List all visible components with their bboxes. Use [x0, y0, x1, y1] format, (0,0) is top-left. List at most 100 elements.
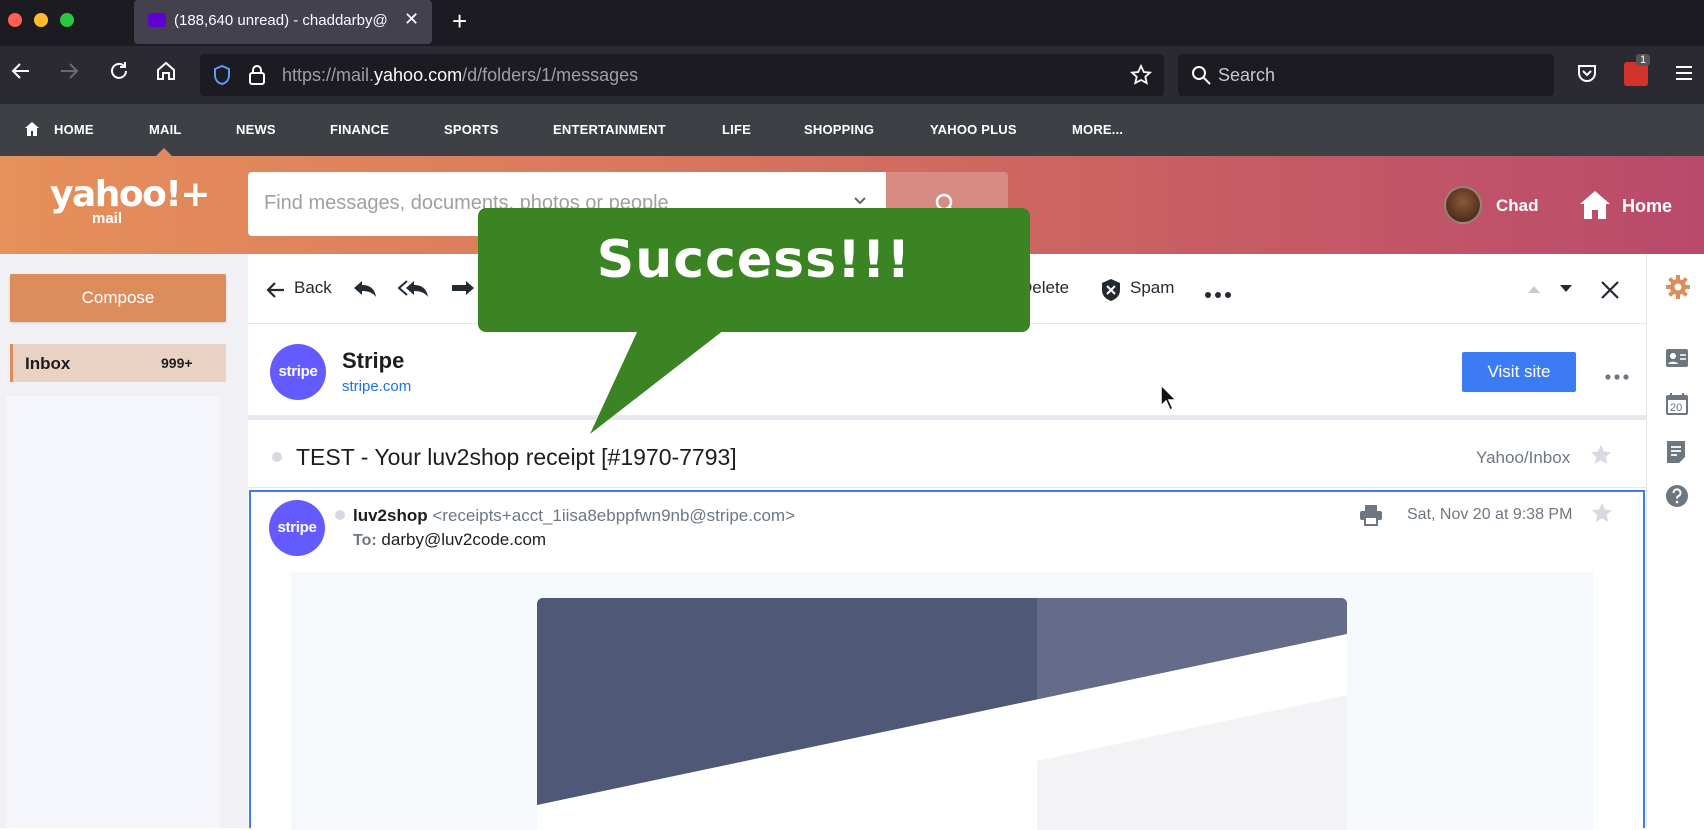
read-status-dot-icon[interactable] — [272, 452, 282, 462]
home-nav-icon[interactable] — [24, 121, 40, 142]
message-card: stripe luv2shop <receipts+acct_1iisa8ebp… — [249, 490, 1645, 830]
from-name: luv2shop — [353, 506, 428, 525]
star-icon[interactable] — [1590, 444, 1612, 471]
nav-more[interactable]: MORE... — [1072, 122, 1123, 137]
home-link[interactable]: Home — [1578, 186, 1698, 226]
pocket-icon[interactable] — [1576, 62, 1598, 89]
back-arrow-icon[interactable] — [6, 60, 36, 90]
message-subject: TEST - Your luv2shop receipt [#1970-7793… — [296, 444, 737, 470]
folder-label[interactable]: Yahoo/Inbox — [1476, 448, 1570, 468]
user-name[interactable]: Chad — [1496, 196, 1539, 216]
email-body — [291, 572, 1593, 830]
callout-tail — [590, 330, 724, 434]
email-hero-banner — [537, 598, 1347, 830]
next-message-icon[interactable] — [1558, 282, 1574, 300]
nav-finance[interactable]: FINANCE — [330, 122, 389, 137]
right-rail: 20 — [1646, 254, 1704, 828]
hamburger-menu-icon[interactable] — [1674, 64, 1694, 87]
sidebar-item-inbox[interactable]: Inbox 999+ — [10, 344, 226, 382]
sender-logo[interactable]: stripe — [270, 344, 326, 400]
nav-entertainment[interactable]: ENTERTAINMENT — [553, 122, 666, 137]
forward-arrow-icon[interactable] — [54, 60, 84, 90]
calendar-day: 20 — [1670, 402, 1683, 414]
browser-search-label: Search — [1218, 65, 1276, 85]
more-actions-icon[interactable] — [1204, 286, 1232, 304]
tab-title: (188,640 unread) - chaddarby@ — [174, 12, 388, 29]
maximize-window-button[interactable] — [60, 13, 74, 27]
browser-tab-bar: (188,640 unread) - chaddarby@ ✕ + — [0, 0, 1704, 46]
reply-icon[interactable] — [352, 278, 378, 305]
previous-message-icon[interactable] — [1526, 282, 1542, 300]
reload-icon[interactable] — [104, 60, 134, 90]
nav-mail[interactable]: MAIL — [149, 122, 182, 137]
bookmark-star-icon[interactable] — [1129, 63, 1153, 91]
sender-domain-link[interactable]: stripe.com — [342, 378, 411, 395]
back-label: Back — [294, 278, 332, 297]
message-to: To: darby@luv2code.com — [353, 530, 546, 550]
shield-icon[interactable] — [212, 64, 232, 91]
calendar-icon[interactable]: 20 — [1665, 392, 1689, 422]
reply-all-icon[interactable] — [397, 278, 430, 305]
yahoo-logo[interactable]: yahoo!+ — [50, 174, 210, 215]
url-path: /d/folders/1/messages — [462, 65, 639, 85]
nav-life[interactable]: LIFE — [722, 122, 751, 137]
minimize-window-button[interactable] — [34, 13, 48, 27]
extension-badge: 1 — [1636, 54, 1651, 66]
folder-panel — [6, 396, 220, 828]
to-label: To: — [353, 532, 377, 549]
nav-active-caret — [156, 148, 172, 156]
extension-icon[interactable]: 1 — [1624, 54, 1651, 86]
message-star-icon[interactable] — [1591, 502, 1613, 529]
nav-news[interactable]: NEWS — [236, 122, 276, 137]
spam-button[interactable]: Spam — [1100, 276, 1190, 304]
back-button[interactable]: Back — [266, 276, 340, 304]
close-tab-icon[interactable]: ✕ — [404, 9, 419, 30]
new-tab-icon[interactable]: + — [452, 6, 467, 37]
forward-icon[interactable] — [450, 278, 476, 305]
from-address: <receipts+acct_1iisa8ebppfwn9nb@stripe.c… — [432, 506, 796, 525]
message-view: Back Delete Spam stripe Stripe stripe.co… — [248, 254, 1646, 830]
url-text[interactable]: https://mail.yahoo.com/d/folders/1/messa… — [282, 65, 638, 86]
nav-shopping[interactable]: SHOPPING — [804, 122, 874, 137]
home-icon — [1580, 191, 1610, 219]
home-label: Home — [1622, 196, 1673, 216]
unread-dot-icon[interactable] — [335, 510, 345, 520]
browser-tab[interactable]: (188,640 unread) - chaddarby@ ✕ — [134, 0, 432, 44]
nav-sports[interactable]: SPORTS — [444, 122, 499, 137]
print-icon[interactable] — [1359, 504, 1383, 531]
success-callout: Success!!! — [478, 208, 1030, 332]
contacts-icon[interactable] — [1665, 348, 1689, 374]
home-icon[interactable] — [151, 60, 181, 90]
notepad-icon[interactable] — [1665, 440, 1687, 470]
avatar[interactable] — [1444, 186, 1482, 224]
browser-nav-bar: https://mail.yahoo.com/d/folders/1/messa… — [0, 46, 1704, 104]
subject-row: TEST - Your luv2shop receipt [#1970-7793… — [248, 426, 1646, 488]
mouse-cursor-icon — [1160, 384, 1178, 412]
close-icon[interactable] — [1600, 280, 1620, 305]
nav-home[interactable]: HOME — [54, 122, 94, 137]
browser-search-bar[interactable]: Search — [1178, 54, 1554, 96]
sender-name[interactable]: Stripe — [342, 348, 404, 374]
shield-x-icon — [1102, 279, 1120, 301]
yahoo-top-nav: HOME MAIL NEWS FINANCE SPORTS ENTERTAINM… — [0, 104, 1704, 156]
sender-card: stripe Stripe stripe.com Visit site — [248, 324, 1646, 420]
to-address[interactable]: darby@luv2code.com — [381, 530, 546, 549]
nav-yahoo-plus[interactable]: YAHOO PLUS — [930, 122, 1017, 137]
lock-icon[interactable] — [248, 64, 266, 91]
spam-label: Spam — [1130, 278, 1175, 297]
message-sender-logo[interactable]: stripe — [269, 500, 325, 556]
visit-site-button[interactable]: Visit site — [1462, 352, 1576, 392]
message-from[interactable]: luv2shop <receipts+acct_1iisa8ebppfwn9nb… — [353, 506, 795, 526]
back-arrow-icon — [266, 282, 284, 298]
inbox-count: 999+ — [161, 355, 193, 371]
yahoo-logo-sub: mail — [92, 210, 123, 227]
help-icon[interactable] — [1665, 484, 1689, 514]
close-window-button[interactable] — [8, 13, 22, 27]
left-sidebar: Compose Inbox 999+ — [0, 254, 248, 828]
url-bar[interactable]: https://mail.yahoo.com/d/folders/1/messa… — [200, 54, 1164, 96]
message-date: Sat, Nov 20 at 9:38 PM — [1407, 506, 1573, 523]
compose-button[interactable]: Compose — [10, 274, 226, 322]
url-domain: yahoo.com — [374, 65, 463, 85]
settings-gear-icon[interactable] — [1665, 274, 1691, 306]
sender-more-icon[interactable] — [1604, 368, 1630, 386]
